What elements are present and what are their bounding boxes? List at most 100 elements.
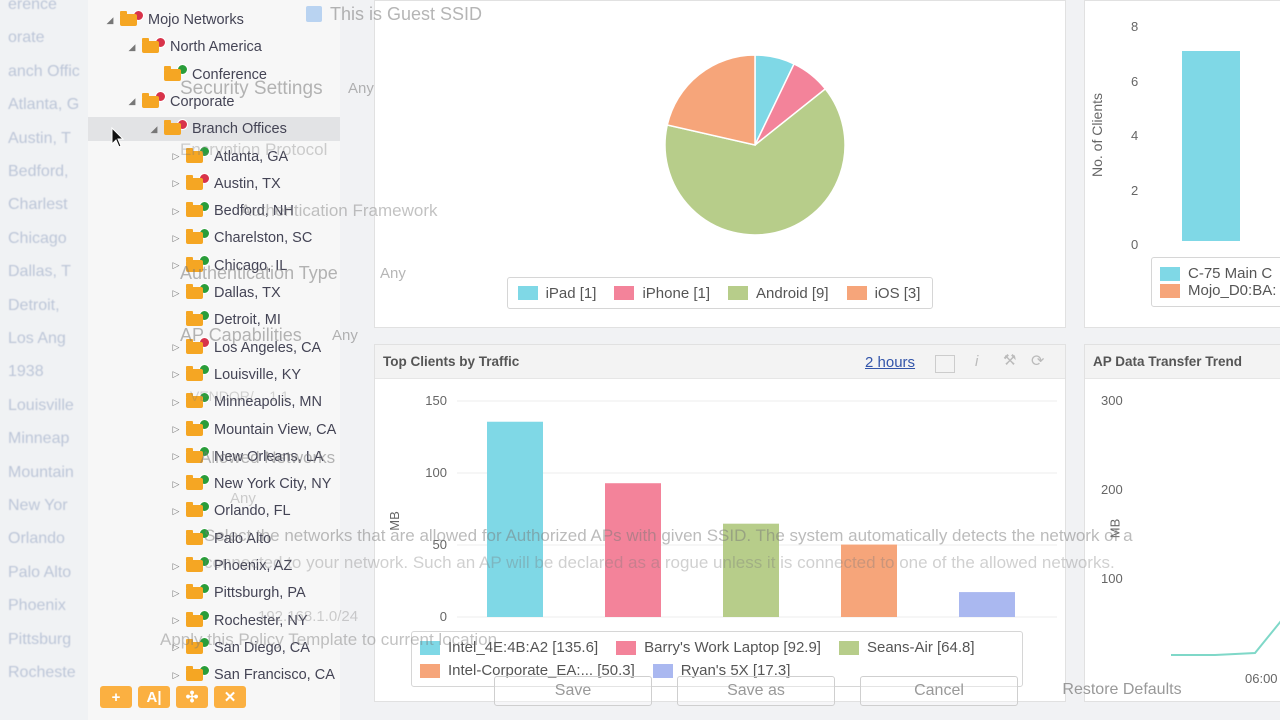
tree-node[interactable]: ▷ Bedford, NH <box>88 199 294 223</box>
legend-item[interactable]: Android [9] <box>728 285 829 302</box>
ghost-text: Pittsburg <box>8 630 72 648</box>
expand-toggle-icon[interactable]: ▷ <box>170 178 182 189</box>
tree-node-label: Minneapolis, MN <box>214 394 322 411</box>
folder-icon <box>186 202 203 218</box>
rename-button[interactable]: A| <box>138 686 170 708</box>
tree-node[interactable]: ▷ Orlando, FL <box>88 499 291 523</box>
tree-node[interactable]: ◢ North America <box>88 35 262 59</box>
tree-node[interactable]: ▷ Austin, TX <box>88 172 281 196</box>
folder-icon <box>186 475 203 491</box>
tree-node[interactable]: ▷ Phoenix, AZ <box>88 554 292 578</box>
traffic-bar-chart: 150 100 50 0 MB <box>387 393 1057 624</box>
ghost-text: Palo Alto <box>8 563 72 581</box>
legend-item[interactable]: iPhone [1] <box>614 285 710 302</box>
top-clients-card: Top Clients by Traffic 2 hours i ⚒ ⟳ 150… <box>374 344 1066 702</box>
tree-node[interactable]: Palo Alto <box>88 527 271 551</box>
wrench-icon[interactable]: ⚒ <box>1003 351 1016 369</box>
tree-node-label: Orlando, FL <box>214 503 291 520</box>
tree-node[interactable]: ▷ Mountain View, CA <box>88 418 336 442</box>
refresh-icon[interactable]: ⟳ <box>1031 351 1044 371</box>
expand-toggle-icon[interactable]: ▷ <box>170 206 182 217</box>
expand-toggle-icon[interactable]: ▷ <box>170 588 182 599</box>
tree-node-label: New Orleans, LA <box>214 448 324 465</box>
legend-label: Ryan's 5X [17.3] <box>680 662 791 679</box>
tree-node[interactable]: ▷ Pittsburgh, PA <box>88 581 306 605</box>
dashboard-main: iPad [1] iPhone [1] Android [9] iOS [3] No.… <box>340 0 1280 720</box>
tree-node[interactable]: ▷ Rochester, NY <box>88 609 308 633</box>
background-sidebar-ghost: erence orate anch Offic Atlanta, G Austin, T… <box>0 0 92 720</box>
traffic-legend: Intel_4E:4B:A2 [135.6] Barry's Work Lapto… <box>411 631 1023 687</box>
expand-toggle-icon[interactable]: ▷ <box>170 342 182 353</box>
expand-toggle-icon[interactable]: ◢ <box>104 15 116 26</box>
tree-node-label: Conference <box>192 66 267 83</box>
ghost-text: Detroit, <box>8 296 60 314</box>
y-tick-label: 2 <box>1131 182 1139 198</box>
legend-label: Android [9] <box>756 284 829 302</box>
traffic-bar[interactable] <box>723 523 779 617</box>
expand-toggle-icon[interactable]: ▷ <box>170 151 182 162</box>
folder-icon <box>186 311 203 327</box>
expand-toggle-icon[interactable]: ◢ <box>126 96 138 107</box>
tree-node-label: Palo Alto <box>214 530 272 547</box>
legend-item[interactable]: Barry's Work Laptop [92.9] <box>616 639 821 656</box>
delete-button[interactable]: ✕ <box>214 686 246 708</box>
expand-toggle-icon[interactable]: ▷ <box>170 397 182 408</box>
ghost-text: Phoenix <box>8 597 66 615</box>
traffic-bar[interactable] <box>605 483 661 617</box>
legend-item[interactable]: Intel_4E:4B:A2 [135.6] <box>420 639 598 656</box>
expand-toggle-icon[interactable]: ▷ <box>170 369 182 380</box>
traffic-bar[interactable] <box>959 592 1015 617</box>
tree-node[interactable]: ◢ Corporate <box>88 90 234 114</box>
folder-icon <box>186 229 203 245</box>
tree-node[interactable]: ▷ San Francisco, CA <box>88 663 335 687</box>
expand-toggle-icon[interactable]: ◢ <box>148 124 160 135</box>
expand-toggle-icon[interactable]: ▷ <box>170 288 182 299</box>
folder-icon <box>142 38 159 54</box>
expand-toggle-icon[interactable]: ▷ <box>170 642 182 653</box>
mouse-cursor <box>111 127 125 148</box>
ap-trend-line <box>1171 620 1280 656</box>
traffic-bar[interactable] <box>841 544 897 617</box>
folder-icon <box>186 502 203 518</box>
tree-node[interactable]: ▷ Minneapolis, MN <box>88 390 322 414</box>
tree-node[interactable]: ▷ Charelston, SC <box>88 226 312 250</box>
legend-item[interactable]: Seans-Air [64.8] <box>838 639 975 656</box>
expand-toggle-icon[interactable]: ▷ <box>170 561 182 572</box>
tree-node[interactable]: ▷ New Orleans, LA <box>88 445 324 469</box>
tree-node[interactable]: ▷ Chicago, IL <box>88 254 287 278</box>
tree-node[interactable]: Conference <box>88 63 267 87</box>
expand-toggle-icon[interactable]: ▷ <box>170 424 182 435</box>
expand-toggle-icon[interactable]: ▷ <box>170 670 182 681</box>
expand-toggle-icon[interactable]: ▷ <box>170 506 182 517</box>
pie-legend: iPad [1] iPhone [1] Android [9] iOS [3] <box>507 277 933 309</box>
legend-item[interactable]: iPad [1] <box>517 285 596 302</box>
expand-toggle-icon[interactable]: ▷ <box>170 479 182 490</box>
table-view-icon[interactable] <box>935 355 955 373</box>
legend-label: iPhone [1] <box>642 284 711 302</box>
move-button[interactable]: ✣ <box>176 686 208 708</box>
legend-item[interactable]: iOS [3] <box>846 285 920 302</box>
time-range-link[interactable]: 2 hours <box>865 354 915 371</box>
legend-label: C-75 Main C <box>1188 265 1273 282</box>
ghost-text: Minneap <box>8 430 70 448</box>
tree-node[interactable]: ▷ Louisville, KY <box>88 363 301 387</box>
expand-toggle-icon[interactable]: ▷ <box>170 615 182 626</box>
expand-toggle-icon[interactable]: ▷ <box>170 451 182 462</box>
tree-node[interactable]: ▷ San Diego, CA <box>88 636 310 660</box>
info-icon[interactable]: i <box>975 353 978 370</box>
expand-toggle-icon[interactable]: ▷ <box>170 260 182 271</box>
ghost-text: Los Ang <box>8 330 66 347</box>
folder-icon <box>186 147 203 163</box>
tree-node[interactable]: ▷ Dallas, TX <box>88 281 281 305</box>
tree-node[interactable]: Detroit, MI <box>88 308 281 332</box>
traffic-bar[interactable] <box>487 421 543 617</box>
add-button[interactable]: + <box>100 686 132 708</box>
legend-item[interactable]: Intel-Corporate_EA:... [50.3] <box>420 662 635 679</box>
expand-toggle-icon[interactable]: ▷ <box>170 233 182 244</box>
tree-node[interactable]: ◢ Mojo Networks <box>88 8 244 32</box>
tree-node[interactable]: ▷ New York City, NY <box>88 472 331 496</box>
folder-icon <box>186 393 203 409</box>
expand-toggle-icon[interactable]: ◢ <box>126 42 138 53</box>
legend-item[interactable]: Ryan's 5X [17.3] <box>652 662 791 679</box>
tree-node[interactable]: ▷ Los Angeles, CA <box>88 336 321 360</box>
